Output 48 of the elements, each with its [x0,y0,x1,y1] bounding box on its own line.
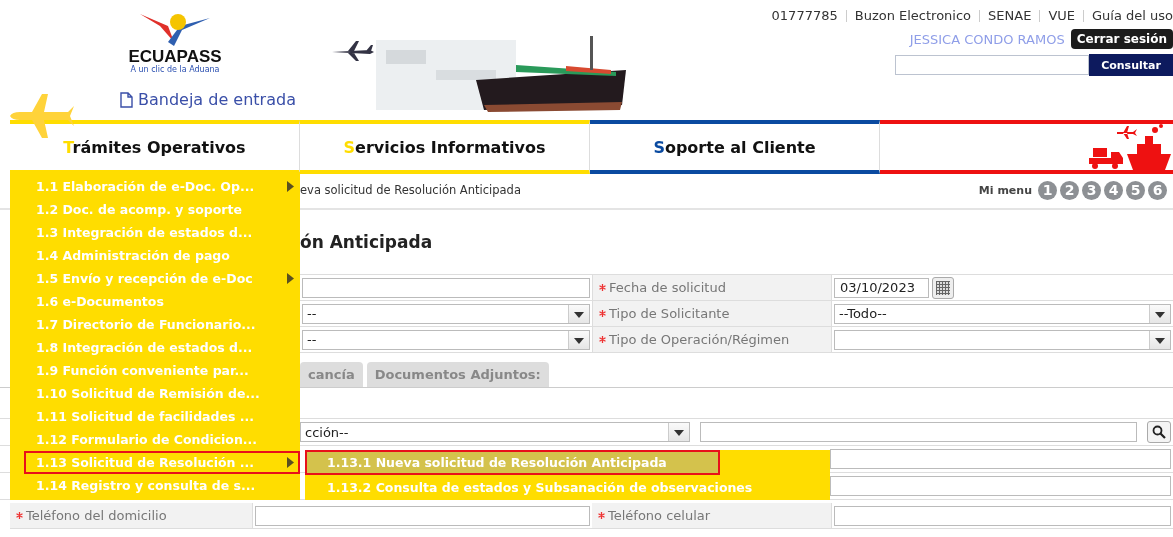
dropdown[interactable]: -- [302,303,590,324]
logout-button[interactable]: Cerrar sesión [1070,29,1173,49]
tab[interactable]: cancía [300,362,363,387]
field-label: Teléfono celular [608,508,711,523]
text-field[interactable] [700,422,1137,442]
menu-slot[interactable]: 5 [1126,180,1145,200]
field-label: Fecha de solicitud [609,280,726,295]
field-label: Teléfono del domicilio [26,508,167,523]
calendar-icon[interactable] [932,276,954,299]
caret-icon [287,457,294,468]
breadcrumb: eva solicitud de Resolución Anticipada [300,183,521,197]
header-link[interactable]: Guía del uso [1092,8,1173,23]
field-label: Tipo de Solicitante [609,306,730,321]
header-link[interactable]: VUE [1048,8,1075,23]
caret-icon [287,181,294,192]
search-field[interactable] [895,55,1089,75]
menu-slot[interactable]: 4 [1104,180,1123,200]
menu-slot[interactable]: 1 [1038,180,1057,200]
dropdown[interactable]: cción-- [300,422,690,442]
text-field[interactable] [830,449,1171,469]
text-field[interactable] [302,277,590,298]
dropdown[interactable]: -- [302,329,590,350]
user-name: JESSICA CONDO RAMOS [909,31,1065,47]
my-menu-label: Mi menu [978,183,1032,197]
dropdown[interactable]: --Todo-- [834,303,1171,324]
inbox-link[interactable]: Bandeja de entrada [120,90,300,109]
document-icon [120,91,133,108]
dropdown[interactable] [834,329,1171,350]
date-field[interactable]: 03/10/2023 [834,277,929,298]
text-field[interactable] [255,505,590,526]
caret-icon [287,273,294,284]
logo-wordmark: ECUAPASS [128,48,222,66]
menu-item[interactable]: 1.13.1 Nueva solicitud de Resolución Anticipada [305,450,720,475]
header-link[interactable]: 01777785 [771,8,838,23]
text-field[interactable] [830,476,1171,496]
field-label: Tipo de Operación/Régimen [609,332,790,347]
menu-slot[interactable]: 2 [1060,180,1079,200]
menu-slot[interactable]: 6 [1148,180,1167,200]
search-button[interactable]: Consultar [1089,54,1173,76]
header-link[interactable]: Buzon Electronico [854,8,972,23]
logo-tagline: A un clic de la Aduana [130,66,220,74]
search-icon[interactable] [1147,421,1171,443]
tab[interactable]: Documentos Adjuntos: [366,362,549,387]
page-title: ón Anticipada [300,232,433,252]
text-field[interactable] [834,505,1171,526]
airplane-icon [8,92,74,140]
menu-slot[interactable]: 3 [1082,180,1101,200]
header-link[interactable]: SENAE [988,8,1032,23]
